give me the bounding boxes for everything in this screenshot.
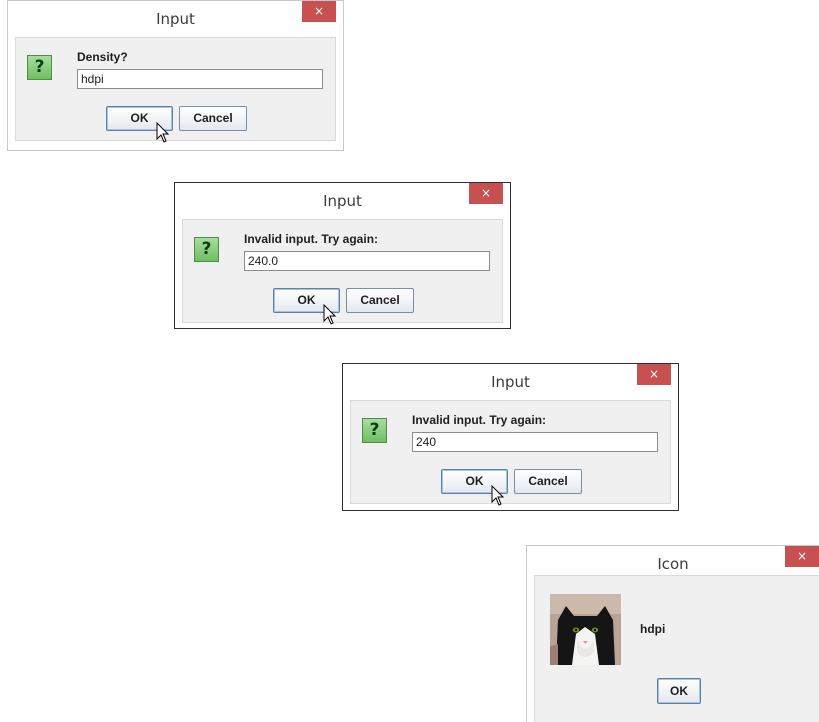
icon-dialog: Icon × hdpi OK	[526, 545, 819, 722]
close-button[interactable]: ×	[469, 183, 503, 204]
dialog-title: Input	[323, 192, 362, 210]
prompt-label: Invalid input. Try again:	[244, 232, 379, 246]
dialog-title: Input	[156, 10, 195, 28]
input-dialog-invalid-240: Input × ? Invalid input. Try again: 240 …	[342, 363, 679, 511]
mouse-pointer-icon	[156, 122, 170, 143]
text-input[interactable]: 240	[412, 432, 658, 452]
prompt-label: Density?	[77, 50, 128, 64]
input-dialog-density: Input × ? Density? hdpi OK Cancel	[7, 0, 344, 151]
message-label: hdpi	[640, 622, 666, 636]
dialog-content: hdpi OK	[534, 575, 819, 722]
question-icon: ?	[194, 237, 219, 262]
close-button[interactable]: ×	[785, 546, 819, 567]
dialog-content: ? Invalid input. Try again: 240 OK Cance…	[350, 400, 671, 506]
dialog-content: ? Invalid input. Try again: 240.0 OK Can…	[182, 219, 503, 325]
text-input[interactable]: 240.0	[244, 251, 490, 271]
text-input[interactable]: hdpi	[77, 69, 323, 89]
cancel-button[interactable]: Cancel	[179, 106, 247, 131]
question-icon: ?	[362, 418, 387, 443]
ok-button[interactable]: OK	[657, 678, 701, 704]
prompt-label: Invalid input. Try again:	[412, 413, 547, 427]
dialog-title: Input	[491, 373, 530, 391]
cancel-button[interactable]: Cancel	[346, 288, 414, 313]
dialog-content: ? Density? hdpi OK Cancel	[15, 37, 336, 143]
close-button[interactable]: ×	[637, 364, 671, 385]
mouse-pointer-icon	[323, 304, 337, 325]
question-icon: ?	[27, 55, 52, 80]
cancel-button[interactable]: Cancel	[514, 469, 582, 494]
mouse-pointer-icon	[491, 485, 505, 506]
input-dialog-invalid-240.0: Input × ? Invalid input. Try again: 240.…	[174, 182, 511, 329]
cat-photo	[550, 594, 621, 665]
close-button[interactable]: ×	[302, 1, 336, 22]
